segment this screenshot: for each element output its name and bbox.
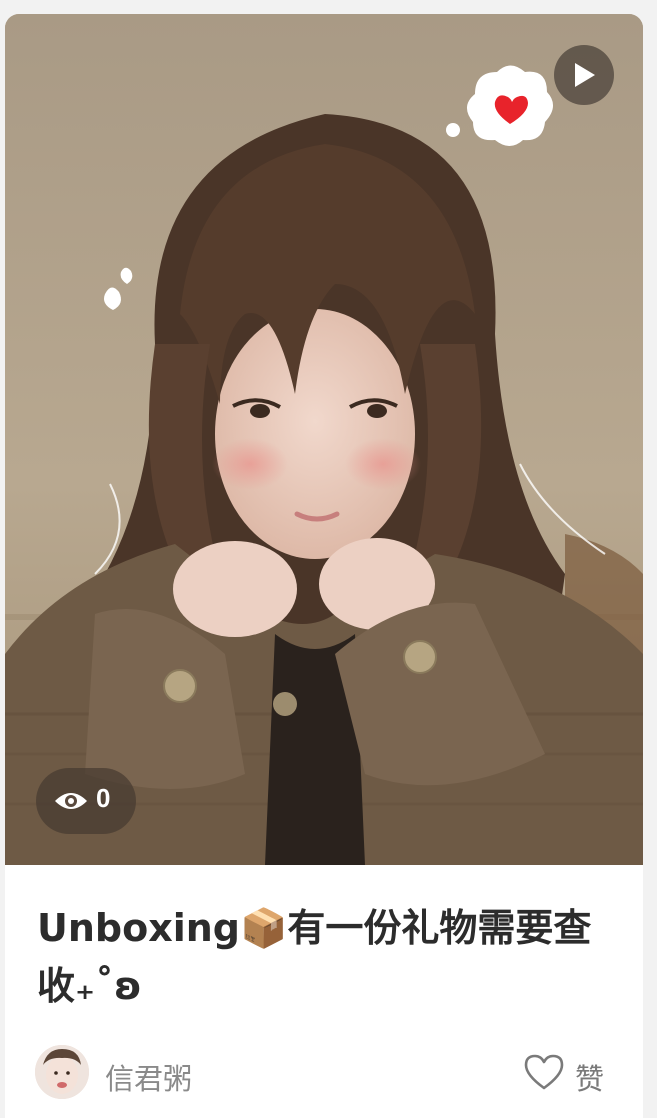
avatar[interactable] [35,1045,89,1099]
play-icon [575,63,595,87]
cover-media[interactable]: 0 [5,14,643,865]
cover-photo [5,14,643,865]
view-count-badge: 0 [36,768,136,834]
post-title[interactable]: Unboxing📦有一份礼物需要查收₊˚ʚ [37,899,617,1015]
heart-outline-icon [524,1054,564,1090]
eye-icon [55,793,87,809]
play-button[interactable] [554,45,614,105]
author-name[interactable]: 信君粥 [105,1056,192,1098]
post-card[interactable]: 0 Unboxing📦有一份礼物需要查收₊˚ʚ 信君粥 赞 [5,14,643,1118]
like-label: 赞 [575,1062,605,1096]
view-count: 0 [96,783,111,813]
